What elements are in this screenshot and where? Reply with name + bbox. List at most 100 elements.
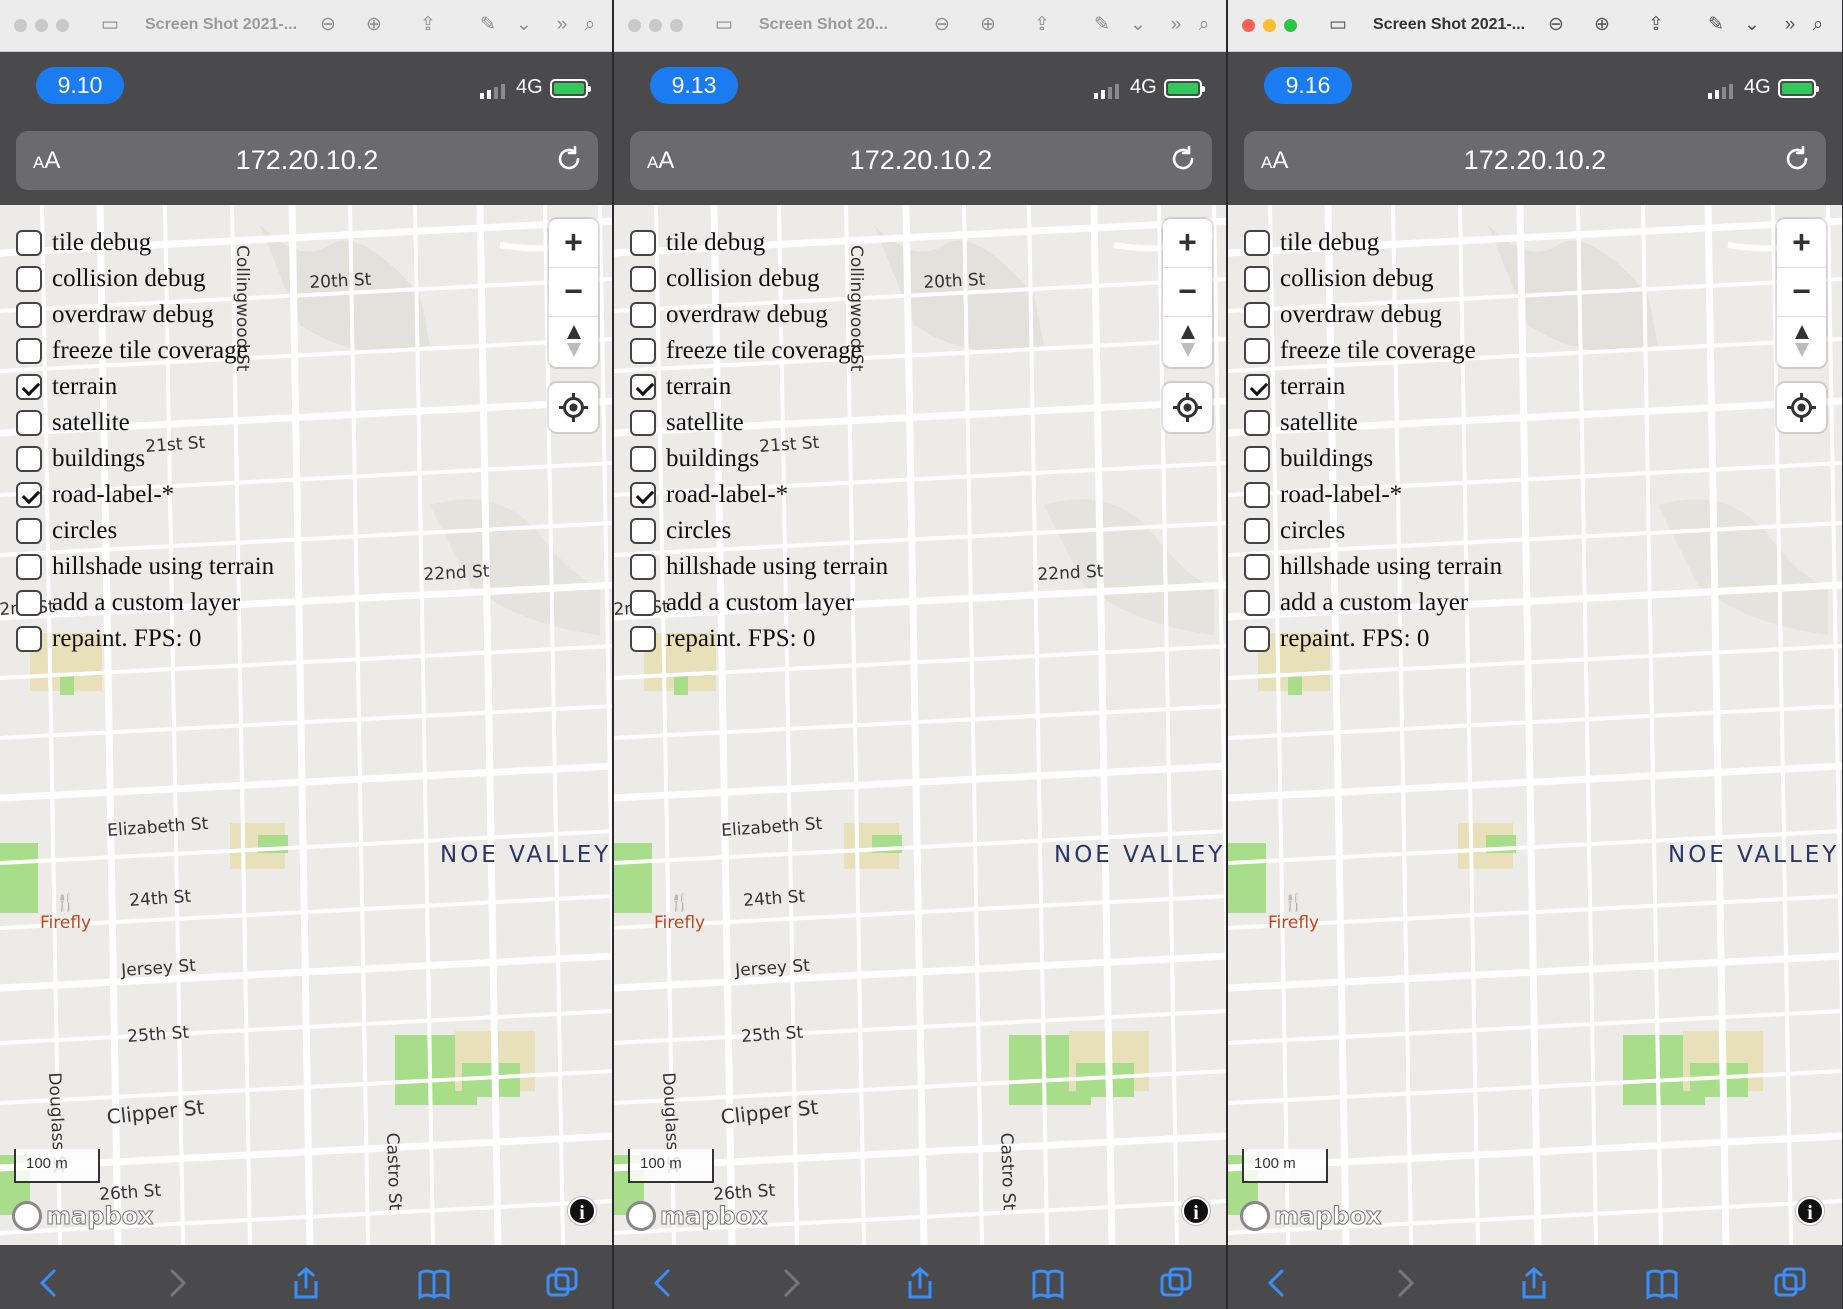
mapbox-logo[interactable]: mapbox	[12, 1201, 154, 1231]
back-icon[interactable]	[30, 1265, 66, 1301]
zoom-out-icon[interactable]: ⊖	[316, 13, 340, 37]
geolocate-button[interactable]	[549, 383, 598, 432]
option-checkbox[interactable]	[630, 626, 656, 652]
option-checkbox[interactable]	[16, 338, 42, 364]
option-row[interactable]: satellite	[630, 405, 888, 441]
zoom-in-icon[interactable]: ⊕	[976, 13, 1000, 37]
window-controls[interactable]	[14, 19, 69, 32]
attribution-info-button[interactable]: i	[1182, 1197, 1210, 1225]
option-row[interactable]: tile debug	[16, 225, 274, 261]
minimize-button[interactable]	[35, 19, 48, 32]
option-checkbox[interactable]	[630, 482, 656, 508]
option-checkbox[interactable]	[1244, 338, 1270, 364]
option-checkbox[interactable]	[16, 482, 42, 508]
bookmarks-icon[interactable]	[1644, 1265, 1680, 1301]
zoom-in-icon[interactable]: ⊕	[1590, 13, 1614, 37]
zoom-in-button[interactable]: +	[1163, 219, 1212, 268]
option-checkbox[interactable]	[630, 302, 656, 328]
map-canvas[interactable]: Collingwood St20th St21st St22nd St2nd S…	[0, 205, 614, 1245]
map-canvas[interactable]: NOE VALLEY 🍴 Firefly tile debug collision de…	[1228, 205, 1842, 1245]
search-icon[interactable]: ⌕	[1806, 13, 1830, 37]
markup-pen-icon[interactable]: ✎	[1090, 13, 1114, 37]
share-icon[interactable]: ⇪	[1030, 13, 1054, 37]
option-checkbox[interactable]	[630, 518, 656, 544]
poi-marker[interactable]: 🍴 Firefly	[654, 893, 705, 933]
share-sheet-icon[interactable]	[902, 1265, 938, 1301]
option-row[interactable]: add a custom layer	[630, 585, 888, 621]
markup-pen-icon[interactable]: ✎	[1704, 13, 1728, 37]
search-icon[interactable]: ⌕	[578, 13, 602, 37]
zoom-in-icon[interactable]: ⊕	[362, 13, 386, 37]
option-checkbox[interactable]	[630, 590, 656, 616]
option-row[interactable]: satellite	[16, 405, 274, 441]
option-row[interactable]: overdraw debug	[1244, 297, 1502, 333]
forward-icon[interactable]	[774, 1265, 810, 1301]
sidebar-toggle-icon[interactable]: ▭	[1326, 13, 1350, 37]
chevron-down-icon[interactable]: ⌄	[512, 13, 536, 37]
option-row[interactable]: satellite	[1244, 405, 1502, 441]
zoom-button[interactable]	[56, 19, 69, 32]
markup-pen-icon[interactable]: ✎	[476, 13, 500, 37]
option-checkbox[interactable]	[16, 266, 42, 292]
map-canvas[interactable]: Collingwood St20th St21st St22nd St2nd S…	[614, 205, 1228, 1245]
option-checkbox[interactable]	[1244, 518, 1270, 544]
more-toolbar-icon[interactable]: »	[550, 13, 574, 37]
zoom-in-button[interactable]: +	[1777, 219, 1826, 268]
option-row[interactable]: circles	[1244, 513, 1502, 549]
option-row[interactable]: hillshade using terrain	[16, 549, 274, 585]
option-row[interactable]: add a custom layer	[16, 585, 274, 621]
option-row[interactable]: circles	[16, 513, 274, 549]
address-bar[interactable]: AA 172.20.10.2	[16, 131, 598, 190]
tabs-icon[interactable]	[544, 1265, 580, 1301]
option-checkbox[interactable]	[630, 374, 656, 400]
zoom-button[interactable]	[670, 19, 683, 32]
back-icon[interactable]	[644, 1265, 680, 1301]
address-bar[interactable]: AA 172.20.10.2	[1244, 131, 1826, 190]
option-row[interactable]: repaint. FPS: 0	[630, 621, 888, 657]
attribution-info-button[interactable]: i	[1796, 1197, 1824, 1225]
option-row[interactable]: overdraw debug	[16, 297, 274, 333]
bookmarks-icon[interactable]	[416, 1265, 452, 1301]
option-row[interactable]: collision debug	[630, 261, 888, 297]
option-row[interactable]: buildings	[630, 441, 888, 477]
option-checkbox[interactable]	[1244, 302, 1270, 328]
option-checkbox[interactable]	[630, 338, 656, 364]
mapbox-logo[interactable]: mapbox	[1240, 1201, 1382, 1231]
poi-marker[interactable]: 🍴 Firefly	[40, 893, 91, 933]
compass-button[interactable]	[1777, 317, 1826, 366]
attribution-info-button[interactable]: i	[568, 1197, 596, 1225]
forward-icon[interactable]	[160, 1265, 196, 1301]
option-row[interactable]: add a custom layer	[1244, 585, 1502, 621]
zoom-out-button[interactable]: −	[1163, 268, 1212, 317]
share-sheet-icon[interactable]	[288, 1265, 324, 1301]
option-row[interactable]: terrain	[630, 369, 888, 405]
share-sheet-icon[interactable]	[1516, 1265, 1552, 1301]
close-button[interactable]	[628, 19, 641, 32]
geolocate-button[interactable]	[1163, 383, 1212, 432]
option-checkbox[interactable]	[16, 446, 42, 472]
minimize-button[interactable]	[649, 19, 662, 32]
back-icon[interactable]	[1258, 1265, 1294, 1301]
zoom-in-button[interactable]: +	[549, 219, 598, 268]
option-row[interactable]: buildings	[1244, 441, 1502, 477]
option-row[interactable]: repaint. FPS: 0	[16, 621, 274, 657]
chevron-down-icon[interactable]: ⌄	[1740, 13, 1764, 37]
option-checkbox[interactable]	[630, 446, 656, 472]
option-row[interactable]: freeze tile coverage	[16, 333, 274, 369]
option-row[interactable]: tile debug	[1244, 225, 1502, 261]
option-row[interactable]: repaint. FPS: 0	[1244, 621, 1502, 657]
tabs-icon[interactable]	[1158, 1265, 1194, 1301]
address-bar[interactable]: AA 172.20.10.2	[630, 131, 1212, 190]
zoom-out-icon[interactable]: ⊖	[1544, 13, 1568, 37]
option-row[interactable]: road-label-*	[16, 477, 274, 513]
close-button[interactable]	[14, 19, 27, 32]
option-row[interactable]: terrain	[1244, 369, 1502, 405]
option-row[interactable]: hillshade using terrain	[1244, 549, 1502, 585]
option-row[interactable]: hillshade using terrain	[630, 549, 888, 585]
option-checkbox[interactable]	[16, 590, 42, 616]
sidebar-toggle-icon[interactable]: ▭	[98, 13, 122, 37]
search-icon[interactable]: ⌕	[1192, 13, 1216, 37]
option-checkbox[interactable]	[16, 230, 42, 256]
window-controls[interactable]	[1242, 19, 1297, 32]
more-toolbar-icon[interactable]: »	[1164, 13, 1188, 37]
